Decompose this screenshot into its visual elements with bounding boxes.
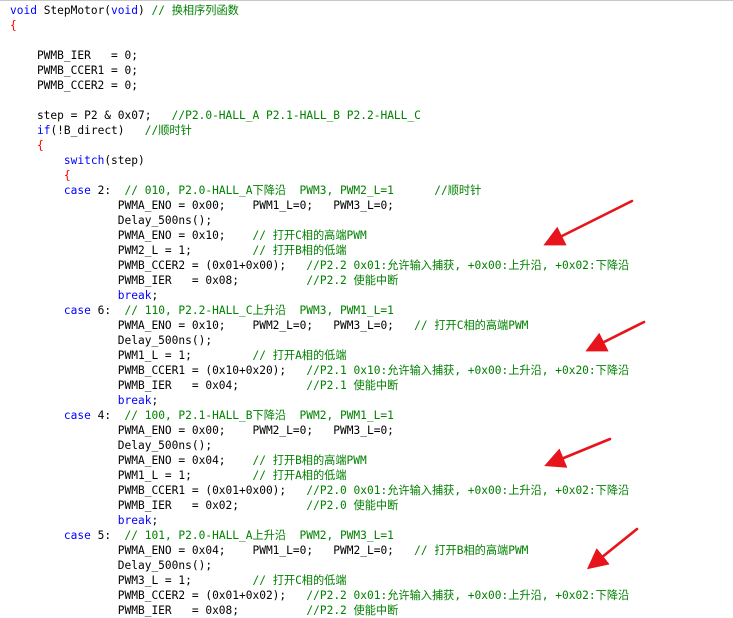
code-line[interactable]: PWMB_IER = 0x08; //P2.2 使能中断 [10,603,399,618]
red-arrow-1 [543,199,634,246]
code-token: PWMB_IER = 0x08; [10,604,307,617]
red-arrow-4 [586,527,639,570]
red-arrow-2 [585,320,646,352]
code-editor[interactable]: void StepMotor(void) // 换相序列函数{ PWMB_IER… [0,0,733,617]
red-arrow-3 [544,437,612,468]
annotation-arrows [543,199,646,570]
comment-token: //P2.2 使能中断 [306,604,399,617]
